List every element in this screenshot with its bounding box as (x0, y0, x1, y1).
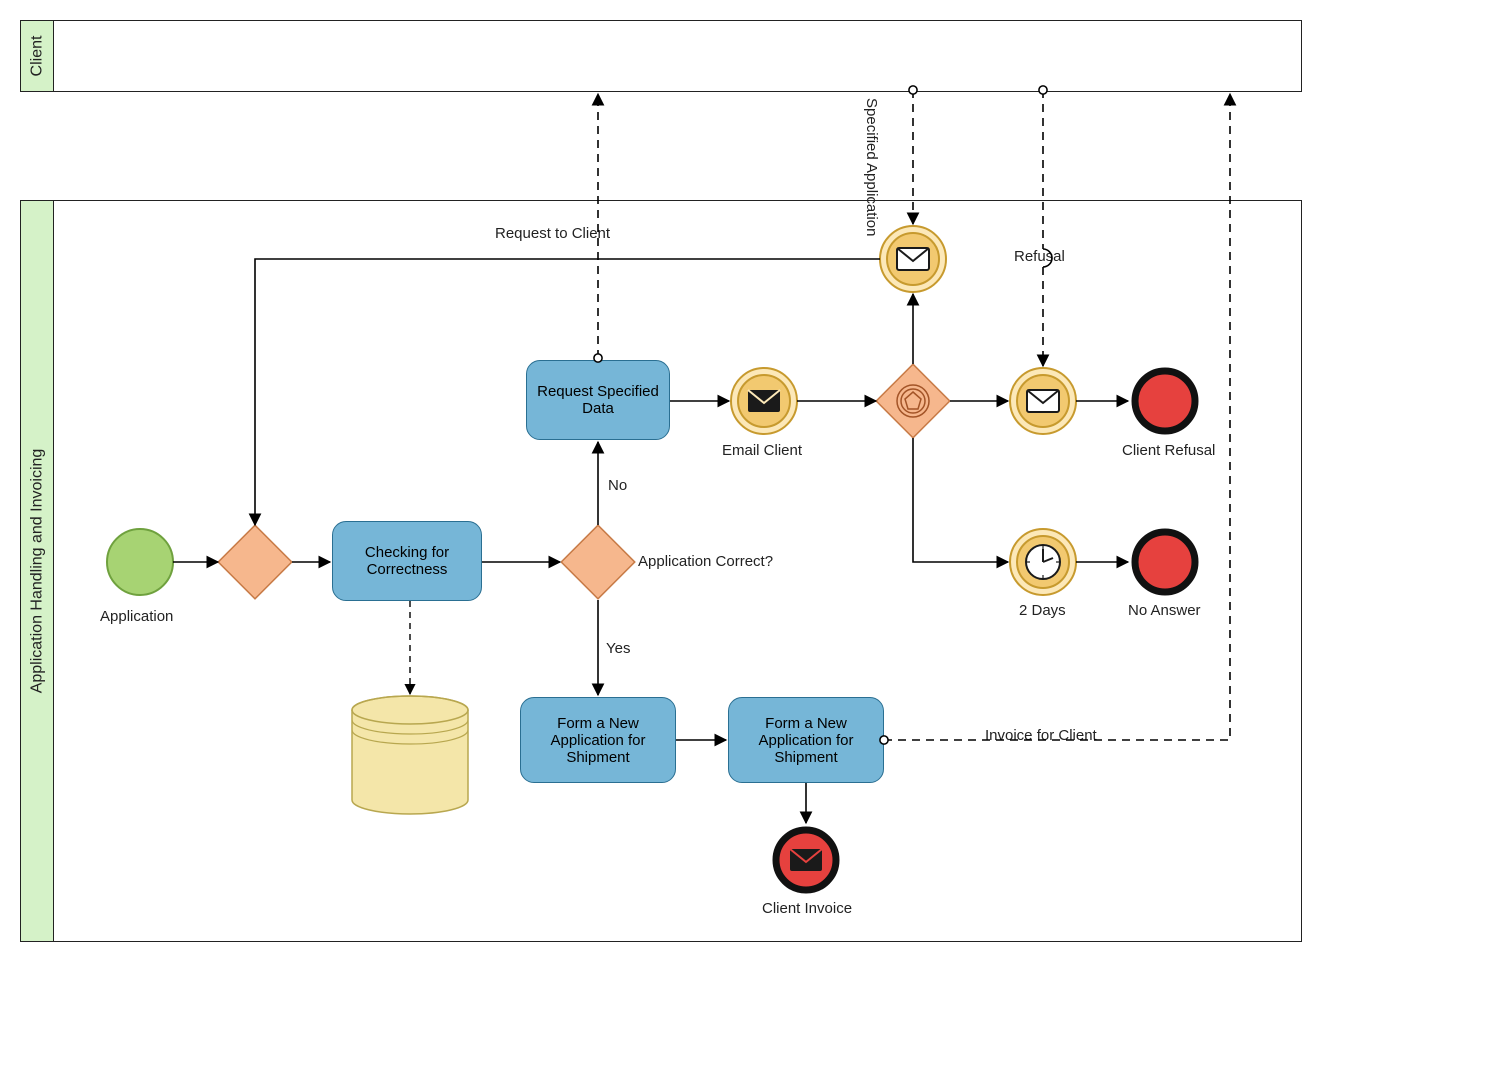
pool-main-header: Application Handling and Invoicing (21, 201, 54, 941)
pool-client: Client (20, 20, 1302, 92)
task-checking-label: Checking for Correctness (339, 544, 475, 578)
task-form-shipment-1-label: Form a New Application for Shipment (527, 715, 669, 766)
task-request-specified-data: Request Specified Data (526, 360, 670, 440)
task-checking-correctness: Checking for Correctness (332, 521, 482, 601)
pool-main: Application Handling and Invoicing (20, 200, 1302, 942)
label-no-answer: No Answer (1128, 602, 1201, 619)
label-email-client: Email Client (722, 442, 802, 459)
pool-client-header: Client (21, 21, 54, 91)
label-client-refusal: Client Refusal (1122, 442, 1215, 459)
label-application: Application (100, 608, 173, 625)
label-specified-application: Specified Application (863, 98, 880, 236)
label-invoice-for-client: Invoice for Client (985, 727, 1097, 744)
task-request-data-label: Request Specified Data (533, 383, 663, 417)
label-app-correct: Application Correct? (638, 553, 773, 570)
label-no: No (608, 477, 627, 494)
task-form-shipment-1: Form a New Application for Shipment (520, 697, 676, 783)
label-request-to-client: Request to Client (495, 225, 610, 242)
label-bill-of-goods: Bill of Goods (370, 755, 455, 772)
pool-main-title: Application Handling and Invoicing (28, 449, 46, 694)
task-form-shipment-2-label: Form a New Application for Shipment (735, 715, 877, 766)
pool-client-title: Client (28, 36, 46, 77)
task-form-shipment-2: Form a New Application for Shipment (728, 697, 884, 783)
label-refusal: Refusal (1014, 248, 1065, 265)
label-two-days: 2 Days (1019, 602, 1066, 619)
label-yes: Yes (606, 640, 630, 657)
label-client-invoice: Client Invoice (762, 900, 852, 917)
